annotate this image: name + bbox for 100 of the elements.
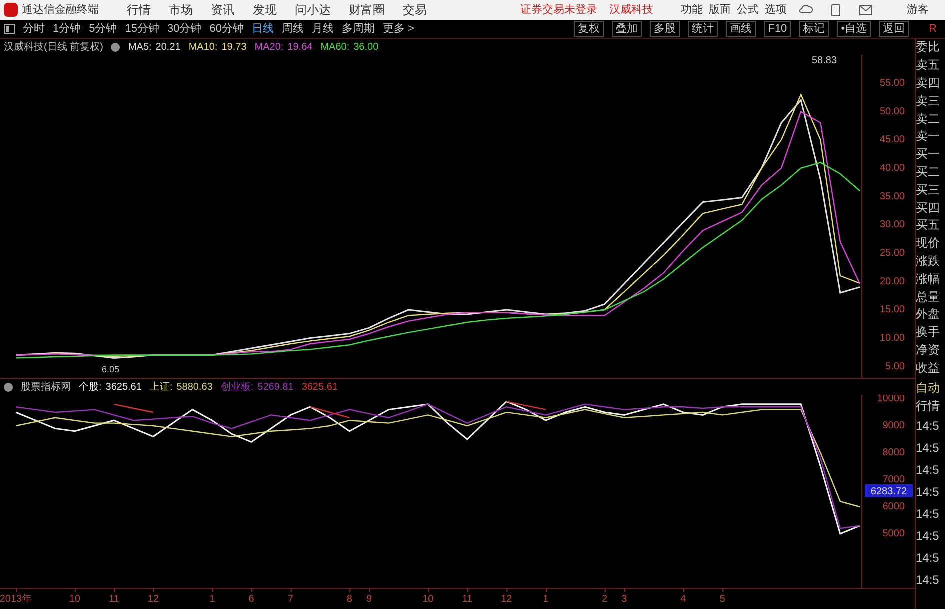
date-axis-label: 7 bbox=[288, 594, 294, 605]
price-axis-label: 45.00 bbox=[880, 134, 905, 146]
tool-button[interactable]: 画线 bbox=[726, 21, 756, 37]
quote-field-tab[interactable]: 卖五 bbox=[916, 56, 945, 75]
quote-field-tab[interactable]: 买四 bbox=[916, 199, 945, 217]
menu-item[interactable]: 交易 bbox=[403, 1, 427, 19]
quote-field-tab[interactable]: 卖二 bbox=[916, 110, 945, 128]
menu-item[interactable]: 问小达 bbox=[295, 1, 331, 19]
indicator-name: 个股: bbox=[79, 380, 102, 394]
period-tab[interactable]: 日线 bbox=[252, 20, 274, 38]
quote-field-tab[interactable]: 外盘 bbox=[916, 306, 945, 324]
menu-item[interactable]: 行情 bbox=[127, 1, 151, 19]
indicator-value: 36.00 bbox=[354, 40, 379, 54]
status-notice: 证券交易未登录 bbox=[520, 2, 598, 18]
menu-item[interactable]: 功能 bbox=[681, 2, 703, 18]
menu-item[interactable]: 资讯 bbox=[211, 1, 235, 19]
date-axis-label: 10 bbox=[69, 594, 80, 605]
tick-time: 14:5 bbox=[916, 572, 940, 589]
menu-item[interactable]: 发现 bbox=[253, 1, 277, 19]
quote-field-tab[interactable]: 买五 bbox=[916, 216, 945, 235]
price-axis-label: 50.00 bbox=[880, 106, 905, 118]
price-axis-label: 5.00 bbox=[886, 361, 905, 372]
quote-field-tab[interactable]: 卖一 bbox=[916, 128, 945, 146]
quote-field-tab[interactable]: 涨幅 bbox=[916, 270, 945, 288]
tick-time: 14:5 bbox=[916, 440, 940, 457]
tool-button[interactable]: 复权 bbox=[574, 21, 604, 37]
period-tab[interactable]: 30分钟 bbox=[168, 20, 202, 38]
date-axis-label: 1 bbox=[210, 594, 216, 605]
date-axis-label: 12 bbox=[501, 594, 512, 605]
date-axis-label: 10 bbox=[422, 594, 434, 605]
price-axis-label: 55.00 bbox=[880, 78, 905, 89]
tool-button[interactable]: 多股 bbox=[650, 21, 680, 37]
indicator-value: 5880.63 bbox=[176, 380, 213, 394]
value-axis-label: 10000 bbox=[877, 395, 905, 405]
tick-panel-tab[interactable]: 行情 bbox=[916, 397, 945, 415]
tool-button[interactable]: F10 bbox=[764, 21, 792, 37]
tick-time: 14:5 bbox=[916, 528, 940, 545]
tick-time: 14:5 bbox=[916, 506, 940, 523]
quote-field-tab[interactable]: 净资 bbox=[916, 342, 945, 360]
value-axis-label: 6000 bbox=[882, 502, 905, 513]
menu-item[interactable]: 公式 bbox=[737, 2, 759, 18]
indicator-name: MA60: bbox=[320, 40, 350, 54]
more-button[interactable]: 更多 > bbox=[383, 20, 414, 38]
period-tab[interactable]: 5分钟 bbox=[89, 20, 118, 38]
quote-field-tab[interactable]: 卖四 bbox=[916, 74, 945, 92]
tool-button[interactable]: 返回 bbox=[879, 21, 910, 37]
date-axis-label: 4 bbox=[680, 594, 686, 605]
tick-panel-tab[interactable]: 自动 bbox=[916, 379, 945, 397]
current-value-tag: 6283.72 bbox=[865, 484, 913, 498]
period-tab[interactable]: 1分钟 bbox=[53, 20, 82, 38]
chart-legend-title: 股票指标网 bbox=[21, 380, 71, 394]
chart-legend-title: 汉威科技(日线 前复权) bbox=[4, 40, 104, 54]
quote-field-tab[interactable]: 涨跌 bbox=[916, 252, 945, 270]
price-axis-label: 40.00 bbox=[880, 162, 905, 174]
tool-button[interactable]: 标记 bbox=[799, 21, 830, 37]
period-tab[interactable]: 多周期 bbox=[342, 20, 375, 38]
period-tab[interactable]: 月线 bbox=[312, 20, 334, 38]
indicator-value: 3625.61 bbox=[302, 380, 338, 394]
menu-item[interactable]: 市场 bbox=[169, 1, 193, 19]
quote-field-tab[interactable]: 换手 bbox=[916, 324, 945, 342]
price-axis-label: 35.00 bbox=[880, 191, 905, 202]
price-axis-label: 10.00 bbox=[880, 332, 905, 344]
date-axis-label: 2013年 bbox=[0, 594, 32, 605]
date-axis-label: 1 bbox=[543, 594, 549, 605]
tick-time: 14:5 bbox=[916, 550, 940, 567]
quote-field-tab[interactable]: 买二 bbox=[916, 164, 945, 182]
menu-item[interactable]: 财富圈 bbox=[349, 1, 385, 19]
high-price-label: 58.83 bbox=[812, 56, 838, 67]
quote-field-tab[interactable]: 总量 bbox=[916, 288, 945, 306]
corner-label: R bbox=[928, 22, 938, 37]
tool-button[interactable]: •自选 bbox=[837, 21, 872, 37]
date-axis-label: 9 bbox=[366, 594, 372, 605]
quote-field-tab[interactable]: 委比 bbox=[916, 39, 945, 57]
date-axis-label: 2 bbox=[602, 594, 608, 605]
user-label[interactable]: 游客 bbox=[891, 2, 941, 18]
period-tab[interactable]: 15分钟 bbox=[125, 20, 160, 38]
quote-field-tab[interactable]: 现价 bbox=[916, 234, 945, 253]
date-axis-label: 5 bbox=[720, 594, 726, 605]
app-title: 通达信金融终端 bbox=[22, 2, 99, 18]
price-axis-label: 30.00 bbox=[880, 220, 905, 231]
tool-button[interactable]: 叠加 bbox=[612, 21, 642, 37]
indicator-name: MA20: bbox=[254, 40, 284, 54]
value-axis-label: 8000 bbox=[882, 448, 905, 459]
period-tab[interactable]: 周线 bbox=[282, 20, 304, 38]
quote-field-tab[interactable]: 买一 bbox=[916, 146, 945, 164]
menu-item[interactable]: 选项 bbox=[765, 2, 787, 18]
period-tab[interactable]: 60分钟 bbox=[210, 20, 244, 38]
date-axis-label: 11 bbox=[108, 594, 120, 605]
status-notice: 汉威科技 bbox=[610, 2, 654, 18]
indicator-value: 3625.61 bbox=[106, 380, 142, 394]
period-tab[interactable]: 分时 bbox=[23, 20, 45, 38]
price-axis-label: 20.00 bbox=[880, 276, 905, 288]
quote-field-tab[interactable]: 卖三 bbox=[916, 92, 945, 110]
quote-field-tab[interactable]: 买三 bbox=[916, 181, 945, 200]
date-axis-label: 12 bbox=[148, 594, 159, 605]
indicator-value: 20.21 bbox=[156, 40, 181, 54]
indicator-name: MA5: bbox=[128, 40, 152, 54]
quote-field-tab[interactable]: 收益 bbox=[916, 359, 945, 378]
tool-button[interactable]: 统计 bbox=[688, 21, 718, 37]
menu-item[interactable]: 版面 bbox=[709, 2, 731, 18]
